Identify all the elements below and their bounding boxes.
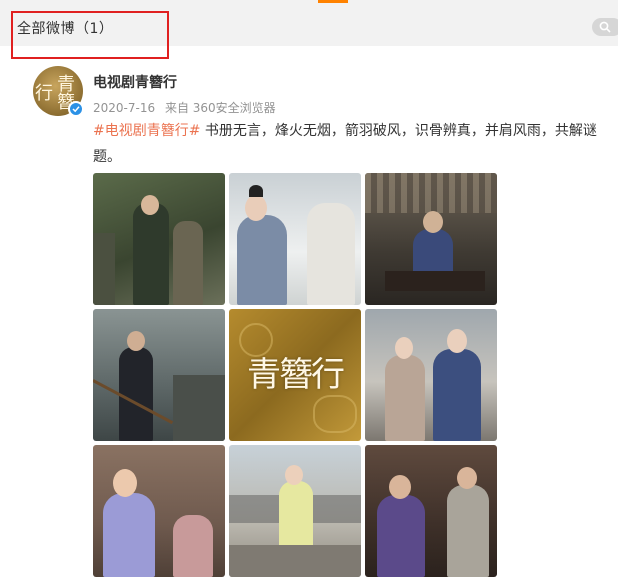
photo-6[interactable]	[365, 309, 497, 441]
username[interactable]: 电视剧青簪行	[93, 72, 177, 92]
photo-2[interactable]	[229, 173, 361, 305]
photo-5[interactable]: 青簪行	[229, 309, 361, 441]
search-icon[interactable]	[592, 18, 618, 36]
verified-badge-icon	[68, 101, 84, 117]
photo-3[interactable]	[365, 173, 497, 305]
hashtag-link[interactable]: #电视剧青簪行#	[93, 123, 200, 139]
photo-grid: 青簪行	[93, 173, 499, 577]
photo-8[interactable]	[229, 445, 361, 577]
highlight-box	[11, 11, 169, 59]
active-tab-indicator	[318, 0, 348, 3]
photo-9[interactable]	[365, 445, 497, 577]
post-text-line-1: #电视剧青簪行# 书册无言，烽火无烟，箭羽破风，识骨辨真，并肩风雨，共解谜题。	[93, 118, 618, 170]
photo-1[interactable]	[93, 173, 225, 305]
title-card-text: 青簪行	[247, 355, 345, 395]
photo-4[interactable]	[93, 309, 225, 441]
post-meta: 2020-7-16 来自 360安全浏览器	[93, 99, 282, 116]
post-date[interactable]: 2020-7-16	[93, 101, 155, 115]
photo-7[interactable]	[93, 445, 225, 577]
post-source: 来自 360安全浏览器	[164, 101, 276, 115]
